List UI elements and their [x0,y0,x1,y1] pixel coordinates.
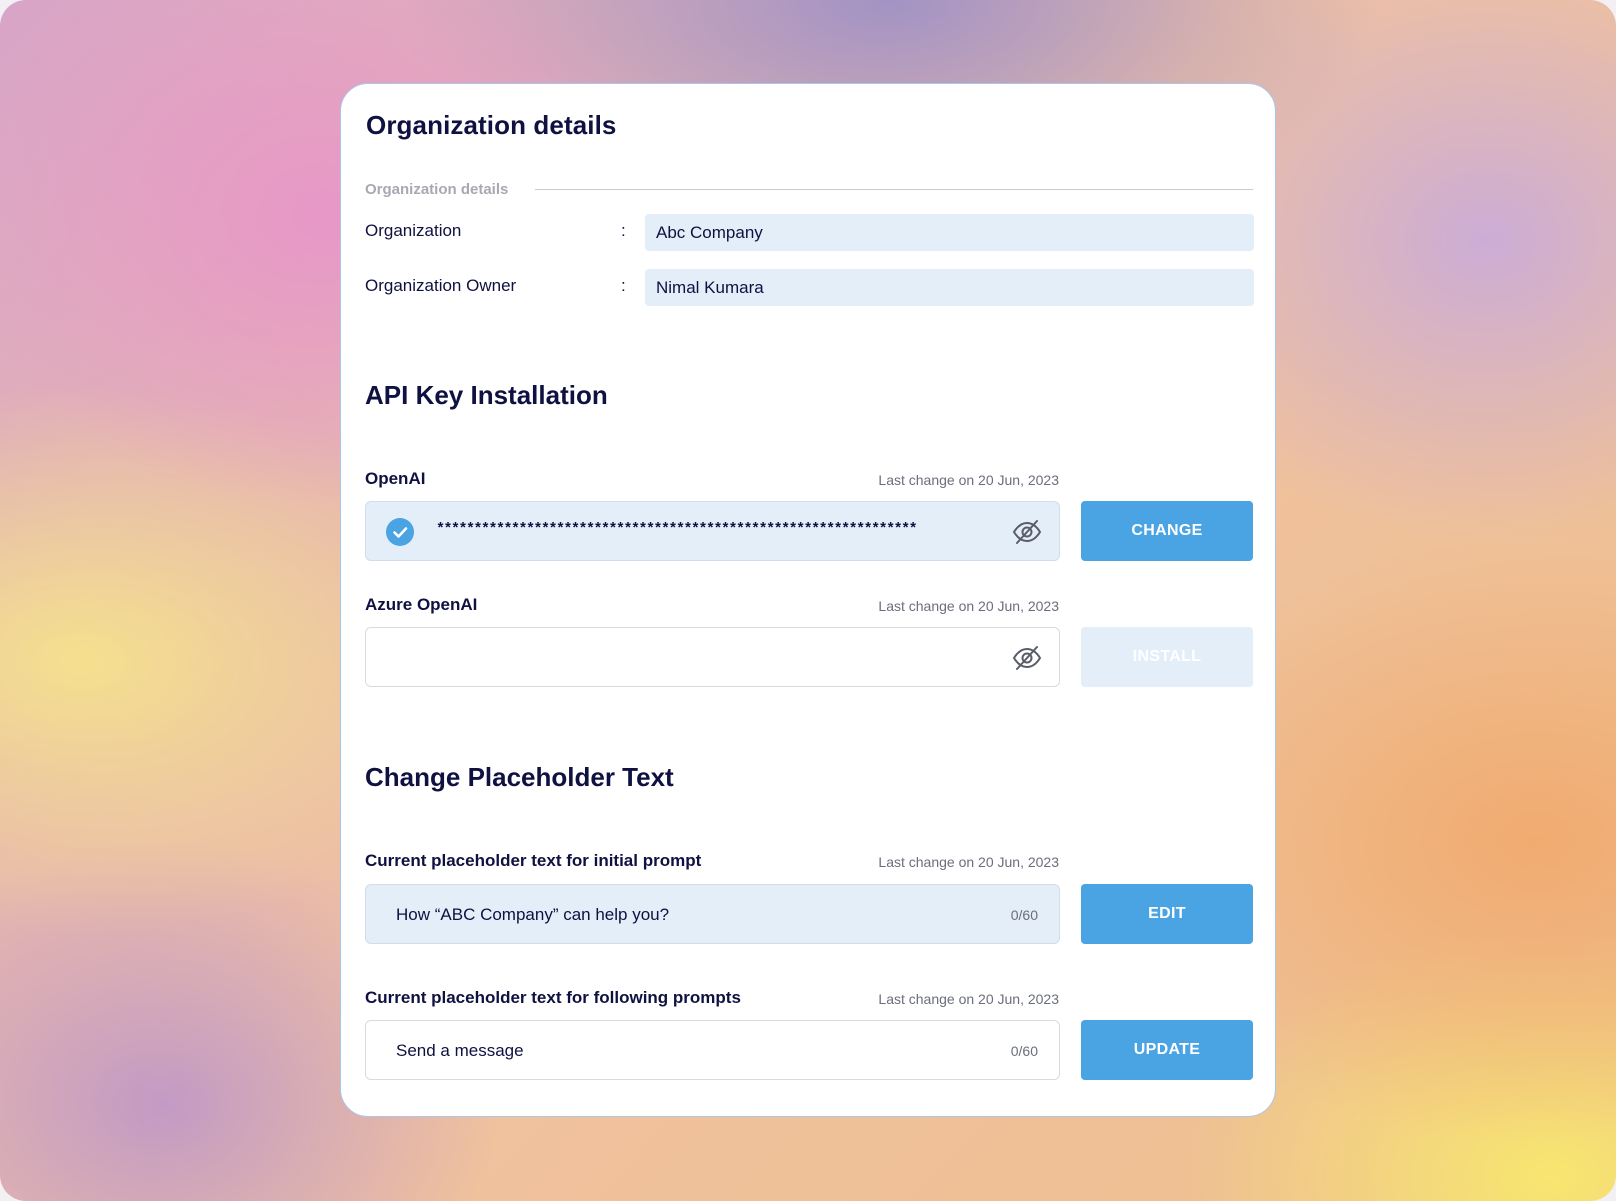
following-char-counter: 0/60 [1010,1043,1038,1059]
following-placeholder-field[interactable]: Send a message 0/60 [365,1020,1060,1080]
following-last-change: Last change on 20 Jun, 2023 [878,991,1059,1007]
openai-key-field[interactable]: ****************************************… [365,501,1060,561]
api-section-title: API Key Installation [365,380,608,410]
following-placeholder-value: Send a message [396,1041,524,1060]
organization-owner-value: Nimal Kumara [645,269,1254,306]
following-prompts-label: Current placeholder text for following p… [365,988,741,1007]
azure-openai-label: Azure OpenAI [365,595,478,614]
install-button[interactable]: INSTALL [1081,627,1253,687]
openai-last-change: Last change on 20 Jun, 2023 [878,472,1059,488]
azure-key-field[interactable] [365,627,1060,687]
eye-off-icon[interactable] [1011,642,1043,674]
section-divider-label: Organization details [365,181,509,198]
initial-placeholder-field[interactable]: How “ABC Company” can help you? 0/60 [365,884,1060,944]
initial-placeholder-value: How “ABC Company” can help you? [396,905,670,924]
organization-colon: : [621,221,626,240]
initial-last-change: Last change on 20 Jun, 2023 [878,854,1059,870]
settings-card: Organization details Organization detail… [340,83,1276,1117]
change-button[interactable]: CHANGE [1081,501,1253,561]
azure-last-change: Last change on 20 Jun, 2023 [878,598,1059,614]
section-divider [535,189,1253,190]
organization-label: Organization [365,221,462,240]
openai-key-masked: ****************************************… [436,521,918,538]
edit-button[interactable]: EDIT [1081,884,1253,944]
update-button[interactable]: UPDATE [1081,1020,1253,1080]
page-title: Organization details [366,110,617,140]
initial-char-counter: 0/60 [1010,907,1038,923]
check-circle-icon [386,518,414,546]
organization-owner-colon: : [621,276,626,295]
openai-label: OpenAI [365,469,426,488]
eye-off-icon[interactable] [1011,516,1043,548]
placeholder-section-title: Change Placeholder Text [365,762,674,792]
organization-owner-label: Organization Owner [365,276,517,295]
organization-value: Abc Company [645,214,1254,251]
initial-prompt-label: Current placeholder text for initial pro… [365,851,702,870]
